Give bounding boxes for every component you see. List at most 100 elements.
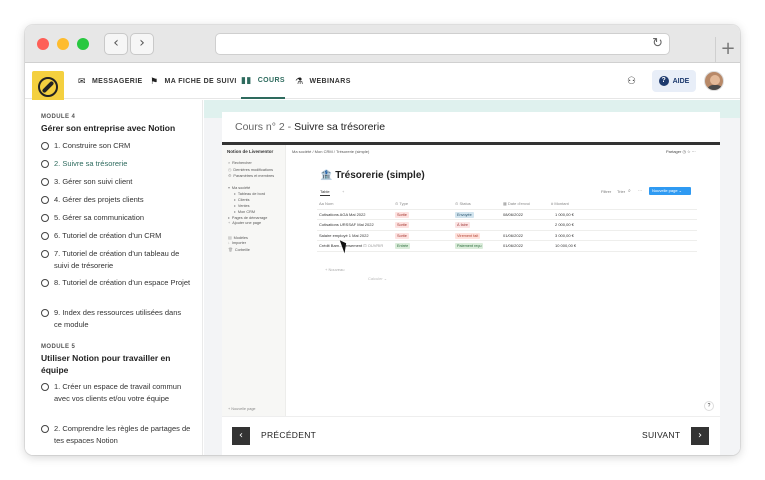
notion-view-tab: Table [320, 189, 330, 196]
lesson-number: Cours n° 2 - [235, 121, 292, 133]
notion-sidebar-item: ▤ Modèles [228, 236, 248, 240]
module-title: Gérer son entreprise avec Notion [41, 123, 176, 133]
previous-label[interactable]: PRÉCÉDENT [261, 430, 316, 440]
lesson-item[interactable]: 4. Gérer des projets clients [41, 194, 191, 206]
nav-label: WEBINARS [309, 78, 351, 85]
question-icon: ? [658, 76, 669, 86]
notion-sidebar-item: ⌕ Rechercher [228, 161, 252, 165]
course-sidebar: MODULE 4 Gérer son entreprise avec Notio… [25, 100, 203, 455]
notion-video-frame[interactable]: Notion de Livementor ⌕ Rechercher ◷ Derniè… [222, 145, 720, 417]
flag-icon: ⚑ [150, 76, 159, 87]
notion-table: Aa Nom ⊙ Type ⊙ Status ▦ Date d'envoi # … [317, 199, 697, 252]
next-button[interactable]: › [691, 427, 709, 445]
nav-webinars[interactable]: ⚗ WEBINARS [295, 64, 351, 99]
close-window-button[interactable] [37, 38, 49, 50]
notion-filter: Filtrer [601, 189, 612, 194]
notion-sidebar-item: ◷ Dernières modifications [228, 168, 274, 172]
notion-more: ··· [638, 188, 642, 193]
checkbox-circle-icon[interactable] [41, 425, 49, 433]
table-row: Salaire employé 1 Mai 2022 Sortie Vireme… [317, 231, 697, 241]
nav-ma-fiche-de-suivi[interactable]: ⚑ MA FICHE DE SUIVI [150, 64, 237, 99]
help-button[interactable]: ? AIDE [652, 70, 696, 92]
checkbox-circle-icon[interactable] [41, 142, 49, 150]
module-label: MODULE 4 [41, 114, 76, 120]
checkbox-circle-icon[interactable] [41, 309, 49, 317]
table-row: Cotisations URSSAF Mai 2022 Sortie À fai… [317, 220, 697, 231]
notion-search-icon: ⌕ [628, 188, 631, 194]
nav-cours[interactable]: ▮▮ COURS [241, 64, 285, 99]
checkbox-circle-icon[interactable] [41, 160, 49, 168]
notion-sidebar-item: ▸ Ventes [234, 204, 250, 208]
next-label[interactable]: SUIVANT [642, 430, 680, 440]
compass-logo-icon[interactable] [32, 71, 64, 103]
avatar[interactable] [704, 71, 724, 91]
notion-sidebar-item: + Ajouter une page [228, 221, 262, 225]
checkbox-circle-icon[interactable] [41, 232, 49, 240]
minimize-window-button[interactable] [57, 38, 69, 50]
notion-share-label: Partager ◷ ☆ ··· [666, 149, 696, 154]
lesson-item[interactable]: 9. Index des ressources utilisées dans c… [41, 307, 191, 330]
checkbox-circle-icon[interactable] [41, 279, 49, 287]
checkbox-circle-icon[interactable] [41, 250, 49, 258]
chevron-left-icon: ‹ [239, 430, 243, 441]
lesson-title-text: Suivre sa trésorerie [294, 121, 386, 133]
help-label: AIDE [672, 77, 690, 85]
book-icon: ▮▮ [241, 75, 252, 86]
nav-label: COURS [257, 77, 285, 84]
notion-sidebar-item: ▸ Tableau de bord [234, 192, 266, 196]
notion-sidebar-item: ▸ Mon CRM [234, 210, 255, 214]
lesson-item[interactable]: 7. Tutoriel de création d'un tableau de … [41, 248, 191, 271]
notion-sidebar-item: ▸ Pages de démarrage [228, 216, 268, 220]
microscope-icon: ⚗ [295, 76, 304, 87]
lesson-content: Cours n° 2 - Suivre sa trésorerie Notion… [204, 100, 740, 455]
nav-messagerie[interactable]: ✉ MESSAGERIE [78, 64, 143, 99]
notion-breadcrumb: Ma société / Mon CRM / Trésorerie (simpl… [292, 149, 370, 154]
lesson-item[interactable]: 1. Créer un espace de travail commun ave… [41, 381, 191, 404]
notion-sidebar: Notion de Livementor ⌕ Rechercher ◷ Derniè… [222, 145, 286, 416]
chevron-right-icon: › [698, 430, 702, 441]
notion-sidebar-item: ⚙ Paramètres et membres [228, 174, 275, 178]
notion-sidebar-item: ▾ Ma société [228, 186, 251, 190]
nav-label: MESSAGERIE [91, 78, 143, 85]
maximize-window-button[interactable] [77, 38, 89, 50]
checkbox-circle-icon[interactable] [41, 383, 49, 391]
notion-sidebar-item: 🗑 Corbeille [228, 248, 250, 252]
browser-window: ‹ › ↻ + ✉ MESSAGERIE ⚑ MA FICHE DE SUIVI… [25, 25, 740, 455]
reload-icon[interactable]: ↻ [652, 36, 663, 51]
notion-new-page-button: Nouvelle page ⌄ [649, 187, 691, 195]
module-title: Utiliser Notion pour travailler en équip… [41, 353, 171, 375]
lesson-item[interactable]: 8. Tutoriel de création d'un espace Proj… [41, 277, 191, 289]
notion-new-row: + Nouveau [325, 267, 345, 272]
lesson-item[interactable]: 3. Gérer son suivi client [41, 176, 191, 188]
table-header: Aa Nom ⊙ Type ⊙ Status ▦ Date d'envoi # … [317, 199, 697, 210]
lesson-item[interactable]: 2. Comprendre les règles de partages de … [41, 423, 191, 446]
notion-sort: Trier [617, 189, 626, 194]
mail-icon: ✉ [78, 76, 86, 87]
table-row: Cotisations AGA Mai 2022 Sortie Envoyée … [317, 210, 697, 220]
address-bar[interactable]: ↻ [215, 33, 670, 55]
new-tab-button[interactable]: + [715, 37, 740, 63]
chevron-left-icon: ‹ [113, 35, 119, 51]
checkbox-circle-icon[interactable] [41, 214, 49, 222]
community-icon[interactable]: ⚇ [627, 76, 636, 87]
checkbox-circle-icon[interactable] [41, 196, 49, 204]
back-button[interactable]: ‹ [104, 33, 128, 55]
lesson-item[interactable]: 6. Tutoriel de création d'un CRM [41, 230, 191, 242]
lesson-item-active[interactable]: 2. Suivre sa trésorerie [41, 158, 191, 170]
lesson-title: Cours n° 2 - Suivre sa trésorerie [235, 121, 385, 133]
notion-workspace-name: Notion de Livementor [227, 149, 274, 154]
lesson-item[interactable]: 1. Construire son CRM [41, 140, 191, 152]
lesson-card: Cours n° 2 - Suivre sa trésorerie Notion… [222, 112, 720, 455]
browser-toolbar: ‹ › ↻ + [25, 25, 740, 63]
chevron-right-icon: › [139, 35, 145, 51]
checkbox-circle-icon[interactable] [41, 178, 49, 186]
notion-sidebar-item: ▸ Clients [234, 198, 250, 202]
previous-button[interactable]: ‹ [232, 427, 250, 445]
top-navigation: ✉ MESSAGERIE ⚑ MA FICHE DE SUIVI ▮▮ COUR… [25, 64, 740, 103]
forward-button[interactable]: › [130, 33, 154, 55]
nav-label: MA FICHE DE SUIVI [164, 78, 237, 85]
notion-help-button: ? [704, 401, 714, 411]
lesson-item[interactable]: 5. Gérer sa communication [41, 212, 191, 224]
notion-sidebar-item: ↓ Importer [228, 241, 247, 245]
table-row: Crédit Bam... versement ⊡ OUVRIR Entrée … [317, 241, 697, 252]
